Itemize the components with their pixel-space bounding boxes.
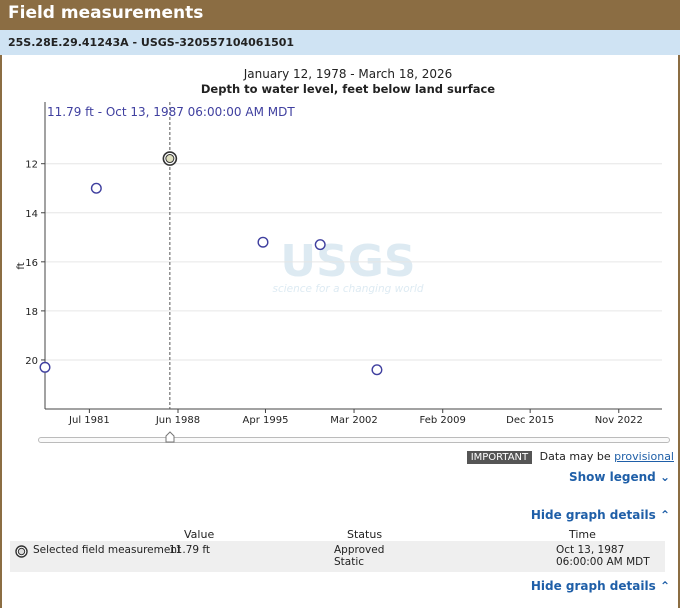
- x-tick-label: Dec 2015: [506, 415, 554, 426]
- hide-details-label: Hide graph details: [530, 579, 656, 593]
- row-time-date: Oct 13, 1987: [556, 544, 625, 556]
- table-header-time: Time: [569, 528, 596, 541]
- data-point[interactable]: [90, 182, 102, 194]
- chevron-up-icon: ⌃: [659, 579, 670, 593]
- site-bar: 25S.28E.29.41243A - USGS-320557104061501: [0, 30, 680, 55]
- table-header-status: Status: [347, 528, 383, 541]
- y-tick-label: 12: [25, 160, 38, 171]
- provisional-notice: IMPORTANT Data may be provisional: [466, 450, 674, 464]
- data-point[interactable]: [39, 361, 51, 373]
- y-tick-label: 16: [25, 258, 38, 269]
- y-axis-label: ft: [16, 262, 27, 269]
- data-point[interactable]: [314, 239, 326, 251]
- header-bar: Field measurements: [0, 0, 680, 30]
- table-row: Selected field measurement 11.79 ft Appr…: [10, 541, 665, 572]
- provisional-text: Data may be: [539, 450, 611, 463]
- x-tick-label: Nov 2022: [595, 415, 643, 426]
- y-tick-label: 14: [25, 209, 38, 220]
- site-label: 25S.28E.29.41243A - USGS-320557104061501: [8, 36, 295, 49]
- selected-marker-icon: [15, 545, 28, 558]
- x-tick-label: Jun 1988: [155, 415, 200, 426]
- x-tick-label: Jul 1981: [68, 415, 110, 426]
- important-badge: IMPORTANT: [466, 451, 533, 464]
- x-tick-label: Mar 2002: [330, 415, 378, 426]
- data-point[interactable]: [371, 364, 383, 376]
- selected-point-tooltip: 11.79 ft - Oct 13, 1987 06:00:00 AM MDT: [47, 105, 295, 119]
- row-status-type: Static: [334, 556, 365, 568]
- hide-graph-details-toggle-top[interactable]: Hide graph details ⌃: [531, 508, 670, 522]
- watermark-tagline-text: science for a changing world: [272, 283, 423, 295]
- y-tick-label: 18: [25, 307, 38, 318]
- field-measurements-chart[interactable]: January 12, 1978 - March 18, 2026 Depth …: [0, 60, 680, 430]
- provisional-link[interactable]: provisional: [614, 450, 674, 463]
- show-legend-toggle[interactable]: Show legend ⌄: [569, 470, 670, 484]
- data-point-selected-inner: [165, 154, 175, 164]
- chevron-up-icon: ⌃: [659, 508, 670, 522]
- hide-graph-details-toggle-bottom[interactable]: Hide graph details ⌃: [531, 579, 670, 593]
- data-point[interactable]: [257, 236, 269, 248]
- show-legend-label: Show legend: [568, 470, 656, 484]
- time-brush-track[interactable]: [38, 437, 670, 443]
- watermark-logo: USGS science for a changing world: [272, 236, 423, 295]
- page-title: Field measurements: [8, 3, 204, 23]
- row-time-clock: 06:00:00 AM MDT: [556, 556, 650, 568]
- x-tick-label: Feb 2009: [420, 415, 466, 426]
- row-label: Selected field measurement: [33, 544, 182, 556]
- chart-date-range: January 12, 1978 - March 18, 2026: [243, 67, 453, 81]
- table-header-value: Value: [184, 528, 215, 541]
- y-tick-label: 20: [25, 356, 38, 367]
- row-status-approval: Approved: [334, 544, 385, 556]
- row-value: 11.79 ft: [169, 544, 211, 556]
- hide-details-label: Hide graph details: [530, 508, 656, 522]
- grid-lines: [45, 163, 662, 361]
- time-brush-handle[interactable]: [165, 431, 175, 443]
- chevron-down-icon: ⌄: [659, 470, 670, 484]
- x-tick-label: Apr 1995: [243, 415, 289, 426]
- chart-title: Depth to water level, feet below land su…: [201, 82, 495, 96]
